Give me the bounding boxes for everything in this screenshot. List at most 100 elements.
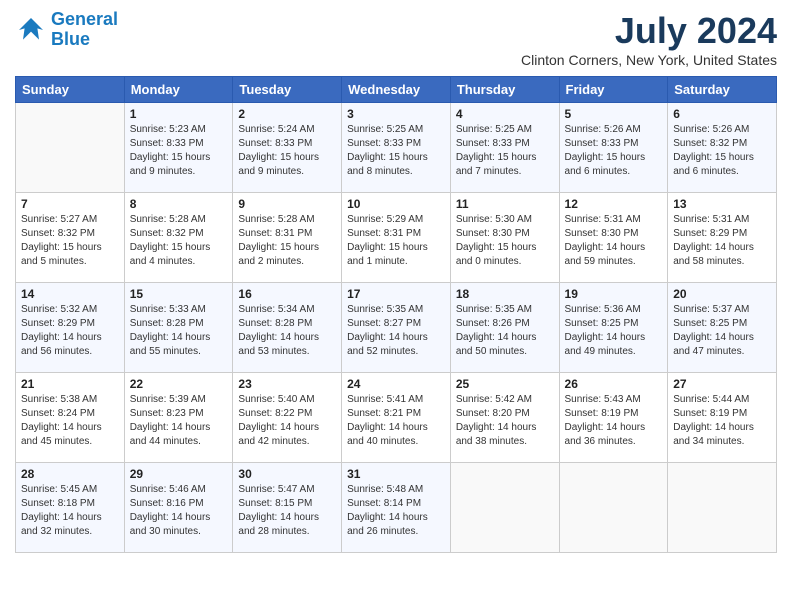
logo-line2: Blue bbox=[51, 29, 90, 49]
day-info: Sunrise: 5:24 AM Sunset: 8:33 PM Dayligh… bbox=[238, 123, 336, 179]
calendar-cell bbox=[668, 463, 777, 553]
calendar-week-row: 14 Sunrise: 5:32 AM Sunset: 8:29 PM Dayli… bbox=[16, 283, 777, 373]
day-info: Sunrise: 5:34 AM Sunset: 8:28 PM Dayligh… bbox=[238, 303, 336, 359]
calendar-cell: 17 Sunrise: 5:35 AM Sunset: 8:27 PM Dayli… bbox=[342, 283, 451, 373]
calendar-cell: 10Sunrise: 5:29 AM Sunset: 8:31 PM Dayli… bbox=[342, 193, 451, 283]
day-number: 6 bbox=[673, 107, 771, 121]
calendar-cell: 5 Sunrise: 5:26 AM Sunset: 8:33 PM Daylig… bbox=[559, 103, 668, 193]
day-info: Sunrise: 5:32 AM Sunset: 8:29 PM Dayligh… bbox=[21, 303, 119, 359]
day-number: 11 bbox=[456, 197, 554, 211]
calendar-cell: 18Sunrise: 5:35 AM Sunset: 8:26 PM Dayli… bbox=[450, 283, 559, 373]
logo-line1: General bbox=[51, 9, 118, 29]
day-info: Sunrise: 5:28 AM Sunset: 8:31 PM Dayligh… bbox=[238, 213, 336, 269]
day-number: 2 bbox=[238, 107, 336, 121]
logo: General Blue bbox=[15, 10, 118, 50]
day-number: 15 bbox=[130, 287, 228, 301]
day-number: 25 bbox=[456, 377, 554, 391]
calendar-cell: 21Sunrise: 5:38 AM Sunset: 8:24 PM Dayli… bbox=[16, 373, 125, 463]
day-number: 29 bbox=[130, 467, 228, 481]
day-number: 24 bbox=[347, 377, 445, 391]
logo-text: General Blue bbox=[51, 10, 118, 50]
calendar-table: SundayMondayTuesdayWednesdayThursdayFrid… bbox=[15, 76, 777, 553]
day-info: Sunrise: 5:35 AM Sunset: 8:27 PM Dayligh… bbox=[347, 303, 445, 359]
day-info: Sunrise: 5:26 AM Sunset: 8:32 PM Dayligh… bbox=[673, 123, 771, 179]
day-number: 27 bbox=[673, 377, 771, 391]
calendar-cell: 28Sunrise: 5:45 AM Sunset: 8:18 PM Dayli… bbox=[16, 463, 125, 553]
weekday-header-friday: Friday bbox=[559, 77, 668, 103]
day-info: Sunrise: 5:33 AM Sunset: 8:28 PM Dayligh… bbox=[130, 303, 228, 359]
calendar-week-row: 1Sunrise: 5:23 AM Sunset: 8:33 PM Daylig… bbox=[16, 103, 777, 193]
day-info: Sunrise: 5:39 AM Sunset: 8:23 PM Dayligh… bbox=[130, 393, 228, 449]
day-info: Sunrise: 5:42 AM Sunset: 8:20 PM Dayligh… bbox=[456, 393, 554, 449]
day-number: 23 bbox=[238, 377, 336, 391]
day-info: Sunrise: 5:48 AM Sunset: 8:14 PM Dayligh… bbox=[347, 483, 445, 539]
calendar-cell bbox=[450, 463, 559, 553]
logo-icon bbox=[15, 14, 47, 46]
day-number: 18 bbox=[456, 287, 554, 301]
month-title: July 2024 bbox=[521, 10, 777, 52]
calendar-week-row: 21Sunrise: 5:38 AM Sunset: 8:24 PM Dayli… bbox=[16, 373, 777, 463]
calendar-cell: 3 Sunrise: 5:25 AM Sunset: 8:33 PM Daylig… bbox=[342, 103, 451, 193]
day-info: Sunrise: 5:40 AM Sunset: 8:22 PM Dayligh… bbox=[238, 393, 336, 449]
calendar-cell: 12Sunrise: 5:31 AM Sunset: 8:30 PM Dayli… bbox=[559, 193, 668, 283]
day-number: 5 bbox=[565, 107, 663, 121]
day-number: 9 bbox=[238, 197, 336, 211]
day-number: 12 bbox=[565, 197, 663, 211]
day-info: Sunrise: 5:43 AM Sunset: 8:19 PM Dayligh… bbox=[565, 393, 663, 449]
day-info: Sunrise: 5:38 AM Sunset: 8:24 PM Dayligh… bbox=[21, 393, 119, 449]
calendar-cell: 26 Sunrise: 5:43 AM Sunset: 8:19 PM Dayli… bbox=[559, 373, 668, 463]
day-info: Sunrise: 5:30 AM Sunset: 8:30 PM Dayligh… bbox=[456, 213, 554, 269]
calendar-cell bbox=[16, 103, 125, 193]
calendar-cell: 9 Sunrise: 5:28 AM Sunset: 8:31 PM Daylig… bbox=[233, 193, 342, 283]
day-info: Sunrise: 5:36 AM Sunset: 8:25 PM Dayligh… bbox=[565, 303, 663, 359]
calendar-cell: 2 Sunrise: 5:24 AM Sunset: 8:33 PM Daylig… bbox=[233, 103, 342, 193]
day-number: 30 bbox=[238, 467, 336, 481]
day-number: 7 bbox=[21, 197, 119, 211]
day-info: Sunrise: 5:46 AM Sunset: 8:16 PM Dayligh… bbox=[130, 483, 228, 539]
calendar-cell: 6 Sunrise: 5:26 AM Sunset: 8:32 PM Daylig… bbox=[668, 103, 777, 193]
day-number: 26 bbox=[565, 377, 663, 391]
calendar-cell: 27 Sunrise: 5:44 AM Sunset: 8:19 PM Dayli… bbox=[668, 373, 777, 463]
calendar-cell: 24 Sunrise: 5:41 AM Sunset: 8:21 PM Dayli… bbox=[342, 373, 451, 463]
calendar-cell: 4Sunrise: 5:25 AM Sunset: 8:33 PM Daylig… bbox=[450, 103, 559, 193]
calendar-cell: 19 Sunrise: 5:36 AM Sunset: 8:25 PM Dayli… bbox=[559, 283, 668, 373]
day-info: Sunrise: 5:37 AM Sunset: 8:25 PM Dayligh… bbox=[673, 303, 771, 359]
day-number: 13 bbox=[673, 197, 771, 211]
day-number: 10 bbox=[347, 197, 445, 211]
calendar-cell: 16 Sunrise: 5:34 AM Sunset: 8:28 PM Dayli… bbox=[233, 283, 342, 373]
location: Clinton Corners, New York, United States bbox=[521, 52, 777, 68]
calendar-cell: 29 Sunrise: 5:46 AM Sunset: 8:16 PM Dayli… bbox=[124, 463, 233, 553]
page-header: General Blue July 2024 Clinton Corners, … bbox=[15, 10, 777, 68]
day-number: 17 bbox=[347, 287, 445, 301]
calendar-week-row: 28Sunrise: 5:45 AM Sunset: 8:18 PM Dayli… bbox=[16, 463, 777, 553]
day-info: Sunrise: 5:41 AM Sunset: 8:21 PM Dayligh… bbox=[347, 393, 445, 449]
day-info: Sunrise: 5:25 AM Sunset: 8:33 PM Dayligh… bbox=[456, 123, 554, 179]
day-number: 22 bbox=[130, 377, 228, 391]
day-number: 3 bbox=[347, 107, 445, 121]
day-info: Sunrise: 5:47 AM Sunset: 8:15 PM Dayligh… bbox=[238, 483, 336, 539]
weekday-header-saturday: Saturday bbox=[668, 77, 777, 103]
calendar-cell: 23 Sunrise: 5:40 AM Sunset: 8:22 PM Dayli… bbox=[233, 373, 342, 463]
day-info: Sunrise: 5:26 AM Sunset: 8:33 PM Dayligh… bbox=[565, 123, 663, 179]
day-info: Sunrise: 5:27 AM Sunset: 8:32 PM Dayligh… bbox=[21, 213, 119, 269]
day-info: Sunrise: 5:44 AM Sunset: 8:19 PM Dayligh… bbox=[673, 393, 771, 449]
calendar-cell: 7 Sunrise: 5:27 AM Sunset: 8:32 PM Daylig… bbox=[16, 193, 125, 283]
day-info: Sunrise: 5:31 AM Sunset: 8:29 PM Dayligh… bbox=[673, 213, 771, 269]
calendar-cell: 1Sunrise: 5:23 AM Sunset: 8:33 PM Daylig… bbox=[124, 103, 233, 193]
day-info: Sunrise: 5:28 AM Sunset: 8:32 PM Dayligh… bbox=[130, 213, 228, 269]
weekday-header-monday: Monday bbox=[124, 77, 233, 103]
day-number: 14 bbox=[21, 287, 119, 301]
calendar-cell: 25 Sunrise: 5:42 AM Sunset: 8:20 PM Dayli… bbox=[450, 373, 559, 463]
day-number: 19 bbox=[565, 287, 663, 301]
calendar-cell: 20 Sunrise: 5:37 AM Sunset: 8:25 PM Dayli… bbox=[668, 283, 777, 373]
title-block: July 2024 Clinton Corners, New York, Uni… bbox=[521, 10, 777, 68]
calendar-week-row: 7 Sunrise: 5:27 AM Sunset: 8:32 PM Daylig… bbox=[16, 193, 777, 283]
calendar-cell: 14 Sunrise: 5:32 AM Sunset: 8:29 PM Dayli… bbox=[16, 283, 125, 373]
day-info: Sunrise: 5:45 AM Sunset: 8:18 PM Dayligh… bbox=[21, 483, 119, 539]
weekday-header-wednesday: Wednesday bbox=[342, 77, 451, 103]
day-number: 16 bbox=[238, 287, 336, 301]
day-number: 20 bbox=[673, 287, 771, 301]
calendar-cell: 13 Sunrise: 5:31 AM Sunset: 8:29 PM Dayli… bbox=[668, 193, 777, 283]
calendar-cell: 22 Sunrise: 5:39 AM Sunset: 8:23 PM Dayli… bbox=[124, 373, 233, 463]
day-info: Sunrise: 5:25 AM Sunset: 8:33 PM Dayligh… bbox=[347, 123, 445, 179]
